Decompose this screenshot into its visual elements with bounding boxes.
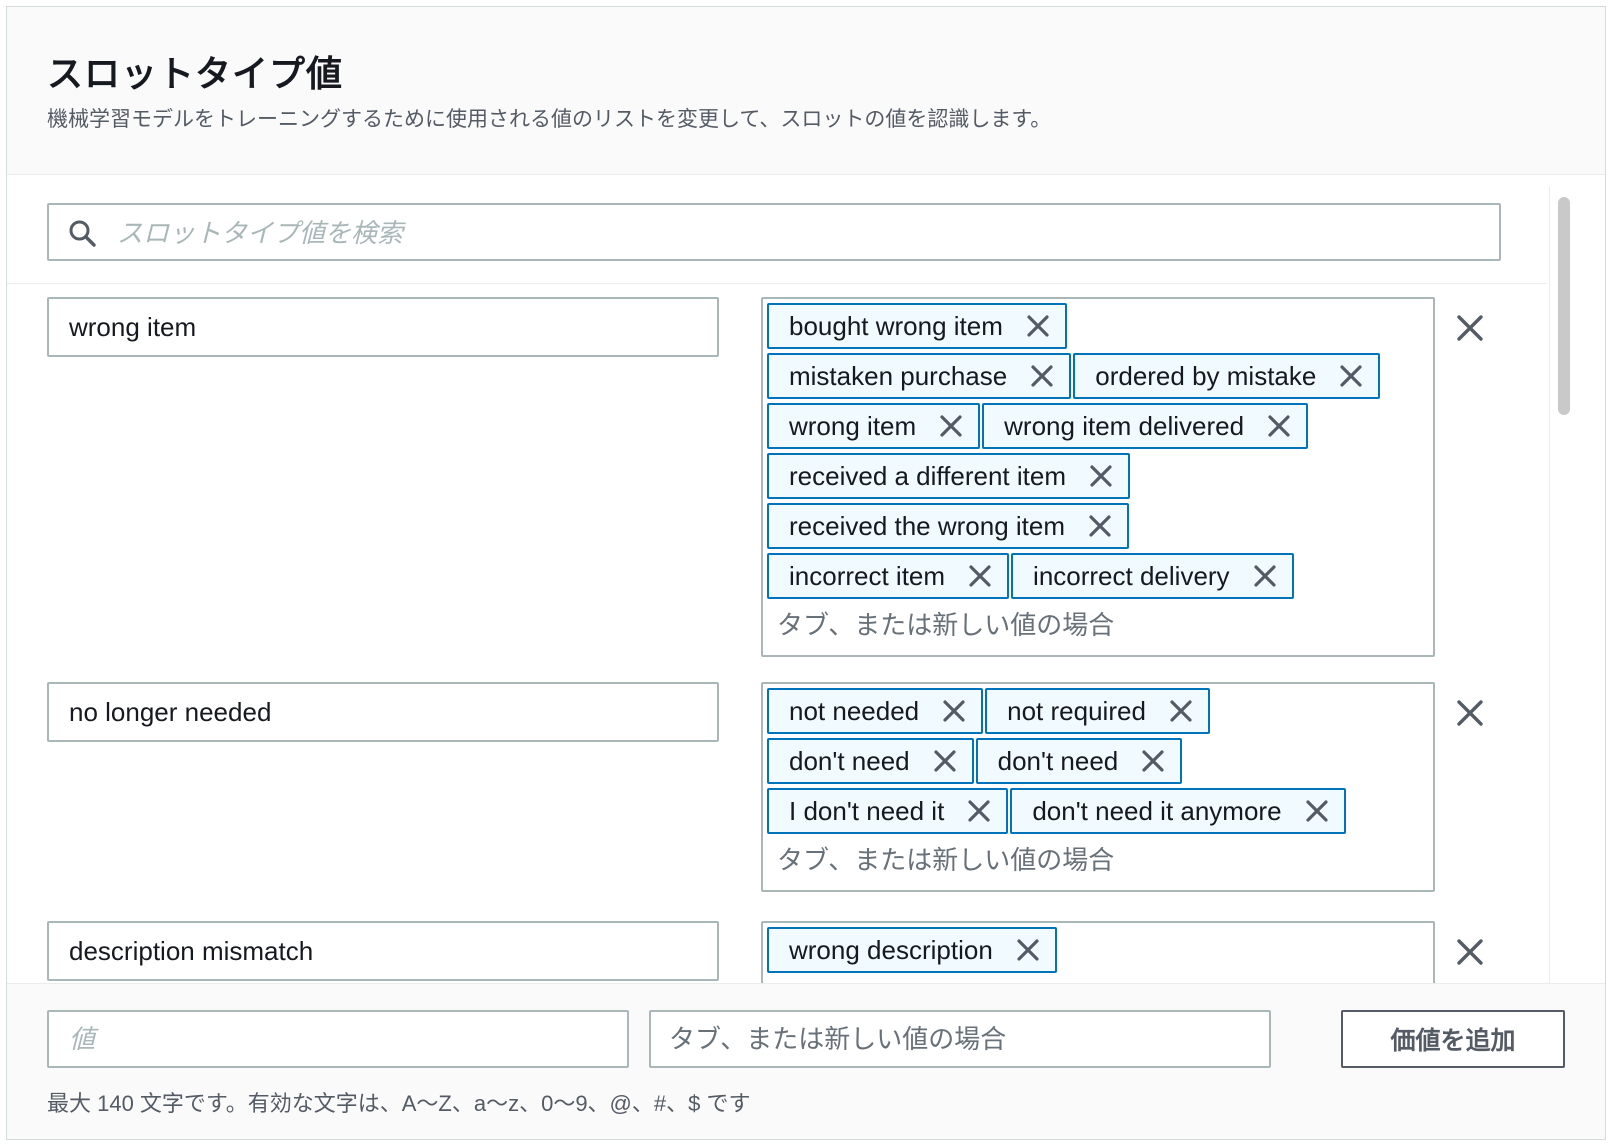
remove-tag-icon[interactable] — [1013, 935, 1043, 965]
synonym-tag-label: mistaken purchase — [789, 360, 1008, 391]
scrollbar-thumb[interactable] — [1558, 197, 1570, 415]
synonym-tag: don't need — [767, 738, 974, 784]
synonym-tag: wrong description — [767, 927, 1057, 973]
synonym-tag-label: wrong item — [789, 410, 917, 441]
new-synonym-input[interactable] — [649, 1010, 1271, 1068]
synonyms-field[interactable]: wrong description タブ、または新しい値の場合 — [761, 921, 1435, 983]
synonym-tag: don't need — [975, 738, 1183, 784]
synonym-tag: wrong item delivered — [982, 403, 1309, 449]
slot-type-values-panel: スロットタイプ値 機械学習モデルをトレーニングするために使用される値のリストを変… — [6, 6, 1606, 1140]
synonym-tag: bought wrong item — [767, 303, 1067, 349]
remove-tag-icon[interactable] — [936, 411, 966, 441]
scrollbar[interactable] — [1549, 187, 1572, 983]
synonym-tag-label: ordered by mistake — [1095, 360, 1317, 391]
values-list-scroll-area: wrong item bought wrong item mistaken purc… — [7, 175, 1547, 983]
synonym-tag: mistaken purchase — [767, 353, 1072, 399]
remove-tag-icon[interactable] — [1138, 746, 1168, 776]
slot-value-field[interactable]: description mismatch — [47, 921, 719, 981]
delete-row-icon[interactable] — [1453, 696, 1487, 730]
new-value-input[interactable] — [47, 1010, 629, 1068]
remove-tag-icon[interactable] — [1085, 511, 1115, 541]
remove-tag-icon[interactable] — [1302, 796, 1332, 826]
synonym-tag-label: incorrect item — [789, 560, 946, 591]
synonym-tag: received the wrong item — [767, 503, 1130, 549]
synonym-tag: incorrect item — [767, 553, 1010, 599]
synonym-tag-label: don't need — [789, 745, 910, 776]
remove-tag-icon[interactable] — [1166, 696, 1196, 726]
delete-row-icon[interactable] — [1453, 935, 1487, 969]
synonym-tag: not needed — [767, 688, 984, 734]
panel-description: 機械学習モデルをトレーニングするために使用される値のリストを変更して、スロットの… — [47, 108, 1052, 131]
synonym-tag: not required — [985, 688, 1210, 734]
synonym-tag-label: received the wrong item — [789, 510, 1066, 541]
remove-tag-icon[interactable] — [1250, 561, 1280, 591]
synonym-tag-label: wrong description — [789, 934, 993, 965]
synonym-tag: I don't need it — [767, 788, 1009, 834]
synonym-tag-label: bought wrong item — [789, 310, 1003, 341]
character-limit-hint: 最大 140 文字です。有効な文字は、A〜Z、a〜z、0〜9、@、#、$ です — [47, 1091, 751, 1116]
synonym-tag-label: don't need it anymore — [1032, 795, 1282, 826]
synonym-tag-label: don't need — [997, 745, 1119, 776]
synonym-tag-label: not needed — [789, 695, 920, 726]
add-value-footer: 価値を追加 最大 140 文字です。有効な文字は、A〜Z、a〜z、0〜9、@、#… — [7, 983, 1605, 1139]
remove-tag-icon[interactable] — [965, 561, 995, 591]
divider — [7, 283, 1547, 284]
remove-tag-icon[interactable] — [1336, 361, 1366, 391]
synonym-tag-label: received a different item — [789, 460, 1066, 491]
slot-value-field[interactable]: no longer needed — [47, 682, 719, 742]
synonym-tag: don't need it anymore — [1010, 788, 1346, 834]
synonym-input-placeholder[interactable]: タブ、または新しい値の場合 — [767, 973, 1429, 983]
remove-tag-icon[interactable] — [964, 796, 994, 826]
remove-tag-icon[interactable] — [1086, 461, 1116, 491]
synonym-tag-label: wrong item delivered — [1004, 410, 1245, 441]
remove-tag-icon[interactable] — [939, 696, 969, 726]
synonym-tag: incorrect delivery — [1011, 553, 1294, 599]
search-input[interactable] — [115, 205, 1489, 261]
synonym-tag: wrong item — [767, 403, 981, 449]
synonym-input-placeholder[interactable]: タブ、または新しい値の場合 — [767, 599, 1429, 647]
panel-title: スロットタイプ値 — [47, 53, 344, 94]
synonyms-field[interactable]: not needed not required don't need don't ne… — [761, 682, 1435, 892]
panel-header: スロットタイプ値 機械学習モデルをトレーニングするために使用される値のリストを変… — [7, 7, 1605, 175]
search-box[interactable] — [47, 203, 1501, 261]
synonym-tag-label: I don't need it — [789, 795, 945, 826]
synonyms-field[interactable]: bought wrong item mistaken purchase ordere… — [761, 297, 1435, 657]
synonym-tag-label: incorrect delivery — [1033, 560, 1230, 591]
add-value-button[interactable]: 価値を追加 — [1341, 1010, 1565, 1068]
remove-tag-icon[interactable] — [1023, 311, 1053, 341]
search-icon — [67, 218, 97, 248]
remove-tag-icon[interactable] — [1264, 411, 1294, 441]
remove-tag-icon[interactable] — [930, 746, 960, 776]
delete-row-icon[interactable] — [1453, 311, 1487, 345]
remove-tag-icon[interactable] — [1027, 361, 1057, 391]
synonym-tag: ordered by mistake — [1073, 353, 1381, 399]
slot-value-field[interactable]: wrong item — [47, 297, 719, 357]
synonym-tag: received a different item — [767, 453, 1130, 499]
synonym-tag-label: not required — [1007, 695, 1146, 726]
synonym-input-placeholder[interactable]: タブ、または新しい値の場合 — [767, 834, 1429, 882]
